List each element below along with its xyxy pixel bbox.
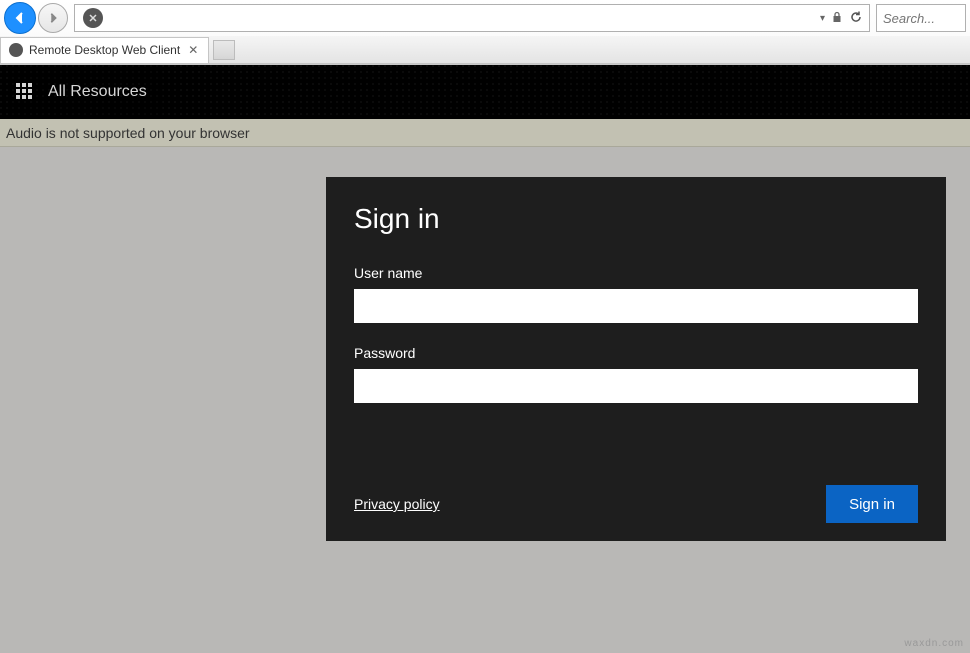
signin-title: Sign in <box>354 203 918 235</box>
password-input[interactable] <box>354 369 918 403</box>
forward-button[interactable] <box>38 3 68 33</box>
lock-icon <box>831 11 843 26</box>
app-header: All Resources <box>0 65 970 119</box>
username-input[interactable] <box>354 289 918 323</box>
address-bar[interactable]: ▾ <box>74 4 870 32</box>
tab-strip: Remote Desktop Web Client ✕ <box>0 36 970 64</box>
privacy-policy-link[interactable]: Privacy policy <box>354 496 440 512</box>
site-identity-icon[interactable] <box>83 8 103 28</box>
password-label: Password <box>354 345 918 361</box>
waffle-icon <box>16 83 34 101</box>
audio-notice: Audio is not supported on your browser <box>0 119 970 147</box>
signin-button[interactable]: Sign in <box>826 485 918 523</box>
tab-favicon-icon <box>9 43 23 57</box>
nav-all-resources[interactable]: All Resources <box>8 65 163 119</box>
page-area: All Resources Audio is not supported on … <box>0 65 970 653</box>
back-button[interactable] <box>4 2 36 34</box>
tab-remote-desktop[interactable]: Remote Desktop Web Client ✕ <box>0 37 209 63</box>
signin-dialog: Sign in User name Password Privacy polic… <box>326 177 946 541</box>
search-input[interactable] <box>876 4 966 32</box>
username-label: User name <box>354 265 918 281</box>
tab-title: Remote Desktop Web Client <box>29 43 180 57</box>
refresh-button[interactable] <box>849 10 863 27</box>
watermark: waxdn.com <box>904 638 964 649</box>
dropdown-icon[interactable]: ▾ <box>820 13 825 24</box>
tab-close-button[interactable]: ✕ <box>186 43 200 57</box>
notice-text: Audio is not supported on your browser <box>6 125 250 141</box>
browser-toolbar: ▾ <box>0 0 970 36</box>
address-bar-controls: ▾ <box>820 10 863 27</box>
nav-label: All Resources <box>48 83 147 101</box>
browser-chrome: ▾ Remote Desktop Web Client ✕ <box>0 0 970 65</box>
new-tab-button[interactable] <box>213 40 235 60</box>
